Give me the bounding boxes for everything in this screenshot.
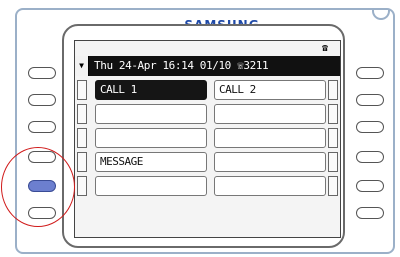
right-soft-key-4[interactable] (356, 151, 384, 163)
left-indicator (77, 152, 87, 172)
screen-row (75, 103, 340, 125)
soft-label-left[interactable] (95, 104, 207, 124)
left-soft-key-3[interactable] (28, 121, 56, 133)
left-soft-key-6[interactable] (28, 207, 56, 219)
left-indicator (77, 176, 87, 196)
right-indicator (328, 152, 338, 172)
right-soft-key-6[interactable] (356, 207, 384, 219)
message-key[interactable]: MESSAGE (95, 152, 207, 172)
soft-label-right[interactable] (214, 104, 326, 124)
left-indicator (77, 104, 87, 124)
soft-label-right[interactable] (214, 176, 326, 196)
right-soft-key-1[interactable] (356, 67, 384, 79)
soft-label-right[interactable] (214, 128, 326, 148)
right-indicator (328, 176, 338, 196)
right-soft-key-3[interactable] (356, 121, 384, 133)
screen-row: CALL 1 CALL 2 (75, 79, 340, 101)
right-soft-key-2[interactable] (356, 94, 384, 106)
soft-label-left[interactable] (95, 128, 207, 148)
right-soft-key-5[interactable] (356, 180, 384, 192)
left-soft-key-1[interactable] (28, 67, 56, 79)
status-text: Thu 24-Apr 16:14 01/10 ☏3211 (94, 59, 269, 72)
call-1-key[interactable]: CALL 1 (95, 80, 207, 100)
left-indicator (77, 80, 87, 100)
soft-label-right[interactable] (214, 152, 326, 172)
left-soft-key-4[interactable] (28, 151, 56, 163)
soft-label-left[interactable] (95, 176, 207, 196)
screen-row (75, 127, 340, 149)
right-indicator (328, 128, 338, 148)
phone-handset-icon: ☎ (321, 43, 329, 54)
right-indicator (328, 104, 338, 124)
scroll-down-arrow-icon[interactable]: ▼ (75, 56, 89, 76)
screen-row: MESSAGE (75, 151, 340, 173)
left-soft-key-2[interactable] (28, 94, 56, 106)
left-indicator (77, 128, 87, 148)
lcd-screen: ☎ ▼ Thu 24-Apr 16:14 01/10 ☏3211 CALL 1 … (74, 40, 341, 238)
left-soft-key-5-message[interactable] (28, 180, 56, 192)
call-2-key[interactable]: CALL 2 (214, 80, 326, 100)
right-indicator (328, 80, 338, 100)
status-bar: ▼ Thu 24-Apr 16:14 01/10 ☏3211 (75, 56, 340, 76)
handset-notch (372, 10, 390, 20)
screen-row (75, 175, 340, 197)
